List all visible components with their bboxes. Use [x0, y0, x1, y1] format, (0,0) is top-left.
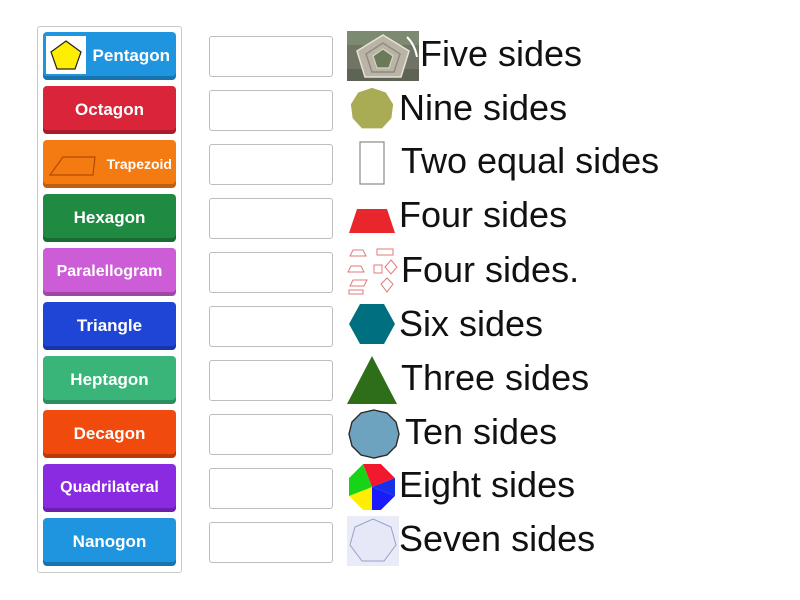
answer-slot-9[interactable]: [209, 468, 333, 509]
trapezoid-icon: [48, 156, 96, 176]
tile-hexagon[interactable]: Hexagon: [43, 194, 176, 242]
nonagon-icon: [350, 87, 394, 129]
answer-slot-1[interactable]: [209, 36, 333, 77]
answer-slot-4[interactable]: [209, 198, 333, 239]
item-description: Ten sides: [405, 411, 558, 452]
item-description: Four sides.: [401, 249, 580, 290]
answer-slot-10[interactable]: [209, 522, 333, 563]
decagon-icon: [348, 409, 400, 459]
octagon-icon: [349, 464, 395, 510]
tile-octagon[interactable]: Octagon: [43, 86, 176, 134]
item-description: Six sides: [399, 303, 544, 344]
tile-label: Trapezoid: [106, 156, 172, 172]
item-description: Three sides: [401, 357, 590, 398]
tile-label: Pentagon: [92, 46, 170, 65]
tile-pentagon[interactable]: Pentagon: [43, 32, 176, 80]
item-description: Nine sides: [399, 87, 568, 128]
tile-decagon[interactable]: Decagon: [43, 410, 176, 458]
answer-slot-8[interactable]: [209, 414, 333, 455]
answer-slot-6[interactable]: [209, 306, 333, 347]
answer-slot-2[interactable]: [209, 90, 333, 131]
item-description: Two equal sides: [401, 140, 660, 181]
tile-label: Paralellogram: [56, 263, 163, 280]
tile-label: Hexagon: [73, 208, 146, 227]
tile-heptagon[interactable]: Heptagon: [43, 356, 176, 404]
hexagon-icon: [349, 304, 395, 344]
tile-label: Quadrilateral: [60, 479, 159, 496]
item-description: Four sides: [399, 194, 568, 235]
tile-nanogon[interactable]: Nanogon: [43, 518, 176, 566]
quadrilaterals-icon: [347, 248, 398, 295]
tile-label: Heptagon: [70, 370, 149, 389]
trapezoid-icon: [349, 209, 395, 233]
heptagon-icon: [347, 516, 399, 566]
item-description: Eight sides: [399, 464, 576, 505]
answer-slot-3[interactable]: [209, 144, 333, 185]
answer-slot-7[interactable]: [209, 360, 333, 401]
tile-label: Decagon: [73, 424, 146, 443]
item-description: Seven sides: [399, 518, 596, 559]
tile-trapezoid[interactable]: Trapezoid: [43, 140, 176, 188]
rectangle-icon: [359, 141, 385, 185]
tile-quadrilateral[interactable]: Quadrilateral: [43, 464, 176, 512]
answer-slot-5[interactable]: [209, 252, 333, 293]
item-description: Five sides: [420, 33, 583, 74]
pentagon-icon: [46, 36, 86, 74]
tile-label: Triangle: [76, 316, 143, 335]
triangle-icon: [347, 356, 397, 404]
tile-paralellogram[interactable]: Paralellogram: [43, 248, 176, 296]
tile-triangle[interactable]: Triangle: [43, 302, 176, 350]
tile-label: Octagon: [75, 100, 144, 119]
tile-label: Nanogon: [72, 532, 147, 551]
pentagon-building-photo: [347, 31, 419, 81]
